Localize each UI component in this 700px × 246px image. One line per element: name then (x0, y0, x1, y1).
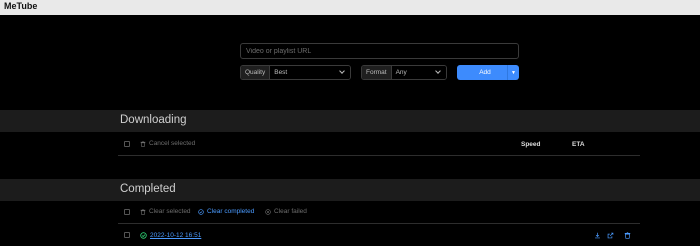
divider (118, 155, 640, 156)
cancel-selected-label: Cancel selected (149, 140, 196, 147)
chevron-down-icon (435, 68, 441, 74)
clear-selected-button[interactable]: Clear selected (140, 208, 191, 215)
format-value-box[interactable]: Any (391, 66, 446, 79)
check-circle-icon (140, 232, 147, 239)
clear-selected-label: Clear selected (149, 208, 191, 215)
downloading-title: Downloading (120, 114, 187, 126)
app-title: MeTube (4, 1, 38, 11)
caret-down-icon: ▼ (511, 69, 516, 76)
add-button-label: Add (479, 69, 491, 76)
x-circle-icon (265, 208, 271, 215)
divider (118, 223, 640, 224)
completed-header-band (0, 179, 700, 201)
clear-completed-label: Clear completed (207, 208, 255, 215)
download-icon[interactable] (594, 232, 601, 239)
completed-select-all-checkbox[interactable] (124, 209, 130, 215)
quality-label: Quality (241, 66, 271, 79)
format-label: Format (362, 66, 392, 79)
quality-value: Best (274, 69, 288, 76)
title-bar: MeTube (0, 0, 700, 15)
format-value: Any (395, 69, 407, 76)
external-link-icon[interactable] (607, 232, 614, 239)
trash-icon[interactable] (624, 232, 631, 239)
cancel-selected-button[interactable]: Cancel selected (140, 140, 195, 147)
url-input[interactable] (240, 43, 519, 59)
format-select[interactable]: Format Any (361, 65, 447, 80)
col-eta: ETA (572, 141, 585, 148)
quality-select[interactable]: Quality Best (240, 65, 351, 80)
quality-value-box[interactable]: Best (270, 66, 350, 79)
completed-title: Completed (120, 183, 176, 195)
check-circle-icon (198, 208, 204, 215)
trash-icon (140, 208, 146, 215)
downloading-header-band (0, 110, 700, 132)
completed-item-link[interactable]: 2022-10-12 16:51 (150, 232, 201, 239)
downloading-select-all-checkbox[interactable] (124, 141, 130, 147)
trash-icon (140, 140, 146, 147)
col-speed: Speed (521, 141, 541, 148)
clear-failed-button[interactable]: Clear failed (265, 208, 307, 215)
chevron-down-icon (339, 68, 345, 74)
row-checkbox[interactable] (124, 232, 130, 238)
add-button[interactable]: Add ▼ (457, 65, 519, 80)
clear-failed-label: Clear failed (274, 208, 307, 215)
clear-completed-button[interactable]: Clear completed (198, 208, 254, 215)
add-options-toggle[interactable]: ▼ (507, 65, 519, 80)
